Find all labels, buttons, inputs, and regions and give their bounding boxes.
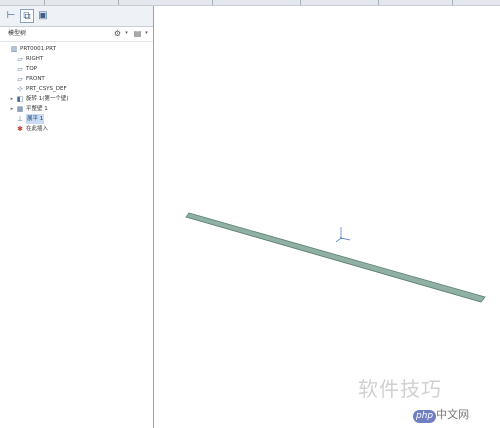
datum-plane-icon: ▱ (17, 75, 23, 83)
tree-item-label: PRT0001.PRT (20, 46, 56, 52)
panel-tab-bar: ⊢ ⧉ ▣ (0, 6, 153, 27)
watermark-text: 软件技巧 (358, 377, 442, 401)
tree-item-insert-here[interactable]: ✱ 在此插入 (0, 124, 153, 134)
flattened-sheet-edge (185, 216, 482, 303)
flattened-sheet-part[interactable] (185, 212, 486, 303)
sheetmetal-icon: ◧ (16, 95, 24, 103)
tree-item-sheetmetal[interactable]: ▸ ◧ 旋转 1(第一个壁) (0, 94, 153, 104)
graphics-viewport[interactable] (155, 6, 500, 428)
chevron-down-icon[interactable]: ▾ (142, 29, 151, 38)
insert-here-icon: ✱ (17, 125, 23, 133)
php-logo-text: 中文网 (436, 408, 470, 421)
toolbar-separator (300, 0, 301, 5)
chevron-down-icon[interactable]: ▾ (122, 29, 131, 38)
unbend-icon: ⊥ (16, 115, 24, 123)
datum-plane-icon: ▱ (17, 65, 23, 73)
tree-item-flat[interactable]: ▸ ▦ 平整壁 1 (0, 104, 153, 114)
flat-wall-icon: ▦ (16, 105, 24, 113)
toolbar-separator (212, 0, 213, 5)
tree-item-label: 在此插入 (26, 126, 49, 132)
model-tree-header: 模型树 ⚙ ▾ ▤ ▾ (0, 27, 153, 42)
tree-item-label: TOP (26, 66, 38, 72)
expand-arrow-icon[interactable]: ▸ (9, 94, 15, 104)
tree-item-label: 展平 1 (26, 114, 45, 124)
folder-tab-icon[interactable]: ▣ (36, 9, 50, 23)
php-cn-logo: php 中文网 (413, 407, 469, 423)
csys-icon: ⊹ (17, 85, 23, 93)
tree-item-unbend[interactable]: ⊥ 展平 1 (0, 114, 153, 124)
model-tree-title: 模型树 (8, 30, 27, 37)
toolbar-separator (118, 0, 119, 5)
tree-item-label: 平整壁 1 (26, 106, 48, 112)
toolbar-separator (378, 0, 379, 5)
tree-item-part[interactable]: ▥ PRT0001.PRT (0, 44, 153, 54)
php-badge: php (413, 410, 437, 423)
tree-item-label: PRT_CSYS_DEF (26, 86, 67, 92)
tree-item-right[interactable]: ▱ RIGHT (0, 54, 153, 64)
coordinate-system-icon (335, 227, 351, 243)
tree-item-label: FRONT (26, 76, 45, 82)
tree-show-icon[interactable]: ▤ (133, 29, 142, 38)
expand-arrow-icon[interactable]: ▸ (9, 104, 15, 114)
part-icon: ▥ (10, 45, 18, 53)
model-tree-tab-icon[interactable]: ⊢ (4, 9, 18, 23)
tree-settings-icon[interactable]: ⚙ (113, 29, 122, 38)
toolbar-separator (452, 0, 453, 5)
model-canvas[interactable] (155, 6, 500, 428)
layers-tab-icon[interactable]: ⧉ (20, 9, 34, 23)
tree-item-csys[interactable]: ⊹ PRT_CSYS_DEF (0, 84, 153, 94)
tree-item-label: RIGHT (26, 56, 44, 62)
tree-item-top[interactable]: ▱ TOP (0, 64, 153, 74)
tree-item-front[interactable]: ▱ FRONT (0, 74, 153, 84)
tree-item-label: 旋转 1(第一个壁) (26, 96, 69, 102)
navigator-panel: ⊢ ⧉ ▣ 模型树 ⚙ ▾ ▤ ▾ ▥ PRT0001.PRT ▱ RIGHT ▱ TOP… (0, 6, 154, 428)
datum-plane-icon: ▱ (17, 55, 23, 63)
toolbar-separator (44, 0, 45, 5)
